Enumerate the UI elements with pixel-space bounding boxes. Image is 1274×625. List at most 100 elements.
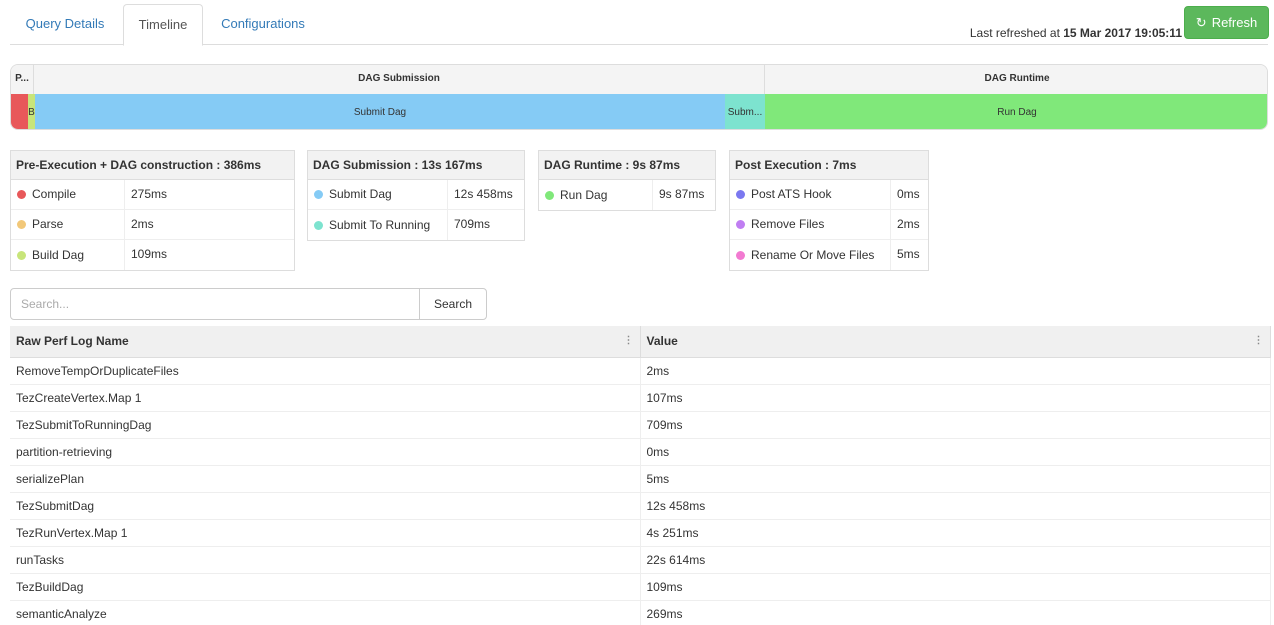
search-button[interactable]: Search: [419, 288, 487, 320]
table-cell-value: 107ms: [640, 384, 1271, 412]
last-refreshed-time: 15 Mar 2017 19:05:11: [1063, 26, 1182, 40]
timeline-step-compile[interactable]: [11, 94, 28, 129]
column-resize-icon[interactable]: ⋮: [624, 335, 634, 346]
last-refreshed-label: Last refreshed at: [969, 26, 1064, 40]
table-cell-name: TezSubmitDag: [10, 492, 641, 520]
table-cell-name: TezRunVertex.Map 1: [10, 519, 641, 547]
table-cell-name: TezCreateVertex.Map 1: [10, 384, 641, 412]
stat-name-cell: Remove Files: [730, 210, 891, 239]
table-header-row: Raw Perf Log Name ⋮ Value ⋮: [10, 326, 1271, 358]
refresh-button[interactable]: ↻ Refresh: [1184, 6, 1269, 39]
table-cell-name: serializePlan: [10, 465, 641, 493]
table-cell-name: TezSubmitToRunningDag: [10, 411, 641, 439]
last-refreshed-text: Last refreshed at 15 Mar 2017 19:05:11: [970, 26, 1182, 40]
stat-name: Build Dag: [32, 247, 85, 262]
table-cell-value: 5ms: [640, 465, 1271, 493]
table-row: partition-retrieving 0ms: [10, 438, 1271, 466]
timeline-step-build-dag[interactable]: B: [28, 94, 35, 129]
stat-value: 12s 458ms: [454, 187, 513, 201]
stat-name: Compile: [32, 187, 77, 201]
table-cell-name: partition-retrieving: [10, 438, 641, 466]
stat-table-title: Post Execution : 7ms: [730, 151, 928, 180]
legend-dot-icon: [736, 220, 745, 229]
stat-name-cell: Post ATS Hook: [730, 180, 891, 209]
tab-query-details[interactable]: Query Details: [14, 4, 116, 45]
stat-table-title: DAG Runtime : 9s 87ms: [539, 151, 715, 180]
stat-row: Build Dag 109ms: [11, 240, 294, 270]
table-cell-value: 22s 614ms: [640, 546, 1271, 574]
stat-table-title: DAG Submission : 13s 167ms: [308, 151, 524, 180]
table-row: RemoveTempOrDuplicateFiles 2ms: [10, 357, 1271, 385]
column-header-label: Raw Perf Log Name: [16, 334, 129, 349]
stat-table-post-execution: Post Execution : 7ms Post ATS Hook 0ms R…: [729, 150, 929, 271]
table-row: TezRunVertex.Map 1 4s 251ms: [10, 519, 1271, 547]
stat-row: Remove Files 2ms: [730, 210, 928, 240]
table-cell-name: RemoveTempOrDuplicateFiles: [10, 357, 641, 385]
table-cell-name: runTasks: [10, 546, 641, 574]
stat-value: 2ms: [131, 217, 154, 231]
table-cell-value: 269ms: [640, 600, 1271, 625]
stat-row: Compile 275ms: [11, 180, 294, 210]
stat-value: 0ms: [897, 187, 920, 201]
timeline-chart: P... DAG Submission DAG Runtime B Submit…: [10, 64, 1268, 130]
table-row: TezSubmitDag 12s 458ms: [10, 492, 1271, 520]
stat-value: 275ms: [131, 187, 168, 201]
stat-name: Remove Files: [751, 217, 825, 231]
stat-name: Rename Or Move Files: [751, 247, 875, 262]
stat-name-cell: Compile: [11, 180, 125, 209]
timeline-step-submit-dag[interactable]: Submit Dag: [35, 94, 725, 129]
stat-name-cell: Run Dag: [539, 180, 653, 210]
stat-table-title: Pre-Execution + DAG construction : 386ms: [11, 151, 294, 180]
perf-log-table: Raw Perf Log Name ⋮ Value ⋮ RemoveTempOrDu…: [10, 326, 1271, 625]
stat-row: Submit Dag 12s 458ms: [308, 180, 524, 210]
timeline-phase-pre-execution[interactable]: P...: [11, 65, 34, 94]
legend-dot-icon: [17, 220, 26, 229]
stat-table-dag-submission: DAG Submission : 13s 167ms Submit Dag 12…: [307, 150, 525, 241]
table-cell-value: 109ms: [640, 573, 1271, 601]
legend-dot-icon: [545, 190, 554, 200]
timeline-step-run-dag[interactable]: Run Dag: [765, 94, 1267, 129]
table-cell-value: 0ms: [640, 438, 1271, 466]
stat-value: 109ms: [131, 247, 168, 261]
refresh-icon: ↻: [1195, 15, 1207, 30]
stat-name: Post ATS Hook: [751, 187, 832, 201]
stat-value: 5ms: [897, 247, 920, 261]
timeline-phase-dag-submission[interactable]: DAG Submission: [34, 65, 765, 94]
column-resize-icon[interactable]: ⋮: [1254, 335, 1264, 346]
tab-timeline[interactable]: Timeline: [123, 4, 203, 46]
legend-dot-icon: [17, 190, 26, 199]
legend-dot-icon: [736, 250, 745, 260]
stat-value: 709ms: [454, 217, 491, 231]
legend-dot-icon: [736, 190, 745, 199]
stat-name-cell: Submit To Running: [308, 210, 448, 240]
refresh-button-label: Refresh: [1211, 15, 1258, 30]
stat-name-cell: Submit Dag: [308, 180, 448, 209]
stat-row: Post ATS Hook 0ms: [730, 180, 928, 210]
table-row: TezCreateVertex.Map 1 107ms: [10, 384, 1271, 412]
stat-row: Submit To Running 709ms: [308, 210, 524, 240]
search-input[interactable]: [10, 288, 420, 320]
timeline-step-submit-to-running[interactable]: Subm...: [725, 94, 765, 129]
table-cell-value: 4s 251ms: [640, 519, 1271, 547]
stat-table-dag-runtime: DAG Runtime : 9s 87ms Run Dag 9s 87ms: [538, 150, 716, 211]
timeline-steps: B Submit Dag Subm... Run Dag: [11, 94, 1267, 129]
stat-row: Parse 2ms: [11, 210, 294, 240]
stat-name: Parse: [32, 217, 64, 231]
table-row: semanticAnalyze 269ms: [10, 600, 1271, 625]
tab-configurations[interactable]: Configurations: [210, 4, 316, 45]
column-header-value[interactable]: Value ⋮: [640, 326, 1271, 358]
stat-table-pre-execution: Pre-Execution + DAG construction : 386ms…: [10, 150, 295, 271]
table-cell-value: 2ms: [640, 357, 1271, 385]
table-cell-value: 12s 458ms: [640, 492, 1271, 520]
stat-value: 2ms: [897, 217, 920, 231]
table-cell-name: semanticAnalyze: [10, 600, 641, 625]
stat-name: Run Dag: [560, 187, 608, 202]
stat-name-cell: Rename Or Move Files: [730, 240, 891, 270]
column-header-name[interactable]: Raw Perf Log Name ⋮: [10, 326, 641, 358]
legend-dot-icon: [314, 190, 323, 199]
stat-name: Submit Dag: [329, 187, 392, 201]
table-cell-value: 709ms: [640, 411, 1271, 439]
table-row: TezBuildDag 109ms: [10, 573, 1271, 601]
legend-dot-icon: [314, 220, 323, 230]
timeline-phase-dag-runtime[interactable]: DAG Runtime: [765, 65, 1267, 94]
